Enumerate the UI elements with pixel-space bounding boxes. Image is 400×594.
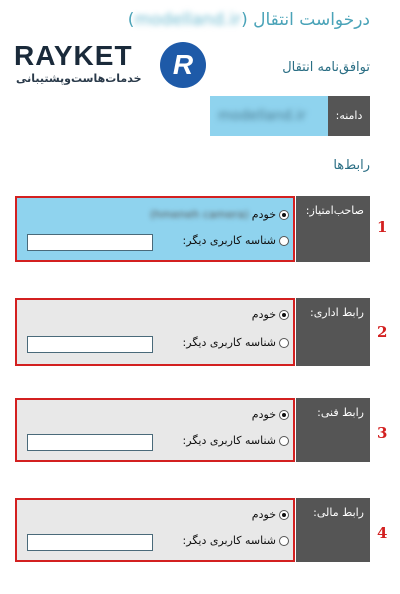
registrant-self-hint: (hmeneh camera) <box>150 208 249 221</box>
logo-brand: RAYKET <box>14 40 133 71</box>
technical-other-id-input[interactable] <box>27 434 153 451</box>
radio-unselected-icon[interactable] <box>279 435 289 446</box>
annotation-number-4: 4 <box>377 524 388 542</box>
transfer-agreement-link[interactable]: توافق‌نامه انتقال <box>282 60 370 75</box>
admin-label: رابط اداری: <box>296 298 370 366</box>
billing-self-option[interactable]: خودم <box>252 508 289 521</box>
admin-panel: خودم شناسه کاربری دیگر: <box>15 298 295 366</box>
radio-selected-icon[interactable] <box>279 409 289 420</box>
radio-selected-icon[interactable] <box>279 509 289 520</box>
registrant-other-id-input[interactable] <box>27 234 153 251</box>
rayket-logo: RAYKET خدمات‌هاست‌وپشتیبانی R <box>10 40 206 90</box>
billing-other-id-input[interactable] <box>27 534 153 551</box>
contacts-title: رابط‌ها <box>333 158 370 173</box>
logo-r-icon: R <box>160 42 206 88</box>
page-title: درخواست انتقال (modelland.ir) <box>127 10 370 30</box>
technical-other-option[interactable]: شناسه کاربری دیگر: <box>183 434 289 447</box>
registrant-other-option[interactable]: شناسه کاربری دیگر: <box>183 234 289 247</box>
registrant-self-option[interactable]: خودم (hmeneh camera) <box>150 208 289 221</box>
registrant-label: صاحب‌امتیاز: <box>296 196 370 262</box>
radio-selected-icon[interactable] <box>279 209 289 220</box>
annotation-number-2: 2 <box>377 323 388 341</box>
technical-self-option[interactable]: خودم <box>252 408 289 421</box>
admin-other-id-input[interactable] <box>27 336 153 353</box>
domain-label: دامنه: <box>328 96 370 136</box>
radio-unselected-icon[interactable] <box>279 535 289 546</box>
technical-panel: خودم شناسه کاربری دیگر: <box>15 398 295 462</box>
billing-label: رابط مالی: <box>296 498 370 562</box>
domain-value: modelland.ir <box>210 96 328 136</box>
logo-tagline: خدمات‌هاست‌وپشتیبانی <box>16 72 142 85</box>
radio-selected-icon[interactable] <box>279 309 289 320</box>
radio-unselected-icon[interactable] <box>279 337 289 348</box>
title-domain: modelland.ir <box>134 10 242 30</box>
annotation-number-3: 3 <box>377 424 388 442</box>
billing-panel: خودم شناسه کاربری دیگر: <box>15 498 295 562</box>
radio-unselected-icon[interactable] <box>279 235 289 246</box>
billing-other-option[interactable]: شناسه کاربری دیگر: <box>183 534 289 547</box>
annotation-number-1: 1 <box>377 218 388 236</box>
technical-label: رابط فنی: <box>296 398 370 462</box>
registrant-panel: خودم (hmeneh camera) شناسه کاربری دیگر: <box>15 196 295 262</box>
admin-self-option[interactable]: خودم <box>252 308 289 321</box>
admin-other-option[interactable]: شناسه کاربری دیگر: <box>183 336 289 349</box>
